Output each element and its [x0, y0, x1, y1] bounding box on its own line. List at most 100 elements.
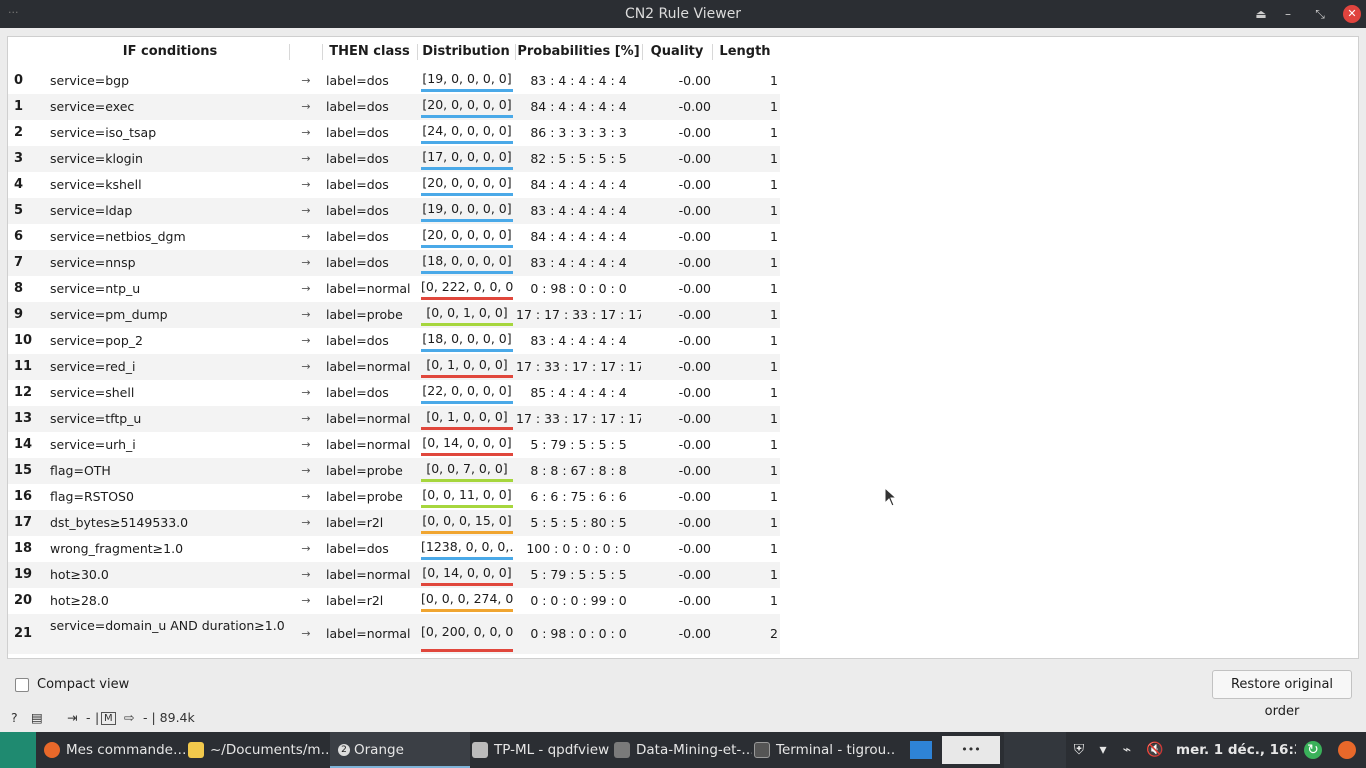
row-index: 9: [14, 307, 24, 322]
table-row[interactable]: 1 service=exec → label=dos [20, 0, 0, 0, 0] 8…: [8, 94, 780, 120]
report-icon[interactable]: ▤: [31, 710, 43, 725]
distribution-bar: [421, 349, 513, 352]
table-row[interactable]: 5 service=ldap → label=dos [19, 0, 0, 0, 0] 8…: [8, 198, 780, 224]
table-row[interactable]: 9 service=pm_dump → label=probe [0, 0, 1, 0,…: [8, 302, 780, 328]
if-condition: service=tftp_u: [50, 411, 142, 426]
close-icon[interactable]: ✕: [1343, 5, 1361, 23]
taskbar-item[interactable]: TP-ML - qpdfview: [472, 732, 612, 768]
quality: -0.00: [678, 255, 711, 270]
table-row[interactable]: 16 flag=RSTOS0 → label=probe [0, 0, 11, 0, 0…: [8, 484, 780, 510]
attachment-icon[interactable]: ⌁: [1118, 741, 1136, 759]
distribution-bar: [421, 193, 513, 196]
distribution-bar: [421, 89, 513, 92]
if-condition: service=netbios_dgm: [50, 229, 186, 244]
table-row[interactable]: 11 service=red_i → label=normal [0, 1, 0, 0,…: [8, 354, 780, 380]
rules-table[interactable]: IF conditions THEN class Distribution Pr…: [7, 36, 1359, 659]
table-row[interactable]: 0 service=bgp → label=dos [19, 0, 0, 0, 0] 83…: [8, 68, 780, 94]
distribution-bar: [421, 583, 513, 586]
if-condition: service=klogin: [50, 151, 143, 166]
firefox-launcher-icon[interactable]: [1338, 741, 1356, 759]
header-length[interactable]: Length: [712, 37, 778, 67]
table-row[interactable]: 18 wrong_fragment≥1.0 → label=dos [1238, 0, …: [8, 536, 780, 562]
table-row[interactable]: 15 flag=OTH → label=probe [0, 0, 7, 0, 0] 8 :…: [8, 458, 780, 484]
rule-length: 1: [770, 177, 778, 192]
table-row[interactable]: 19 hot≥30.0 → label=normal [0, 14, 0, 0, 0] 5…: [8, 562, 780, 588]
probabilities: 82 : 5 : 5 : 5 : 5: [530, 151, 627, 166]
model-glyph: M: [101, 712, 116, 725]
workspace-preview: •••: [942, 736, 1000, 764]
shield-icon[interactable]: ⛨: [1070, 741, 1088, 759]
muted-volume-icon[interactable]: 🔇: [1146, 741, 1164, 759]
distribution-bar: [421, 115, 513, 118]
input-summary: -: [86, 710, 91, 725]
app-menu-icon[interactable]: [0, 732, 36, 768]
table-row[interactable]: 7 service=nnsp → label=dos [18, 0, 0, 0, 0] 8…: [8, 250, 780, 276]
probabilities: 5 : 5 : 5 : 80 : 5: [530, 515, 627, 530]
header-quality[interactable]: Quality: [642, 37, 712, 67]
minimize-icon[interactable]: –: [1279, 5, 1297, 23]
keep-above-icon[interactable]: ⏏: [1252, 5, 1270, 23]
rule-length: 1: [770, 541, 778, 556]
row-index: 2: [14, 125, 24, 140]
status-separator: |: [95, 710, 100, 725]
table-row[interactable]: 10 service=pop_2 → label=dos [18, 0, 0, 0, 0…: [8, 328, 780, 354]
taskbar-item[interactable]: 2 Orange: [330, 732, 470, 768]
rule-length: 1: [770, 203, 778, 218]
distribution-bar: [421, 167, 513, 170]
table-row[interactable]: 3 service=klogin → label=dos [17, 0, 0, 0, 0…: [8, 146, 780, 172]
workspace-1[interactable]: [906, 732, 936, 768]
rule-length: 1: [770, 229, 778, 244]
text-editor-icon: [188, 742, 204, 758]
quality: -0.00: [678, 385, 711, 400]
taskbar-item[interactable]: Terminal - tigrou…: [754, 732, 896, 768]
table-row[interactable]: 2 service=iso_tsap → label=dos [24, 0, 0, 0,…: [8, 120, 780, 146]
header-then-class[interactable]: THEN class: [322, 37, 417, 67]
taskbar-item[interactable]: Data-Mining-et-…: [614, 732, 752, 768]
table-row[interactable]: 20 hot≥28.0 → label=r2l [0, 0, 0, 274, 0] 0 :…: [8, 588, 780, 614]
table-row[interactable]: 8 service=ntp_u → label=normal [0, 222, 0, 0…: [8, 276, 780, 302]
distribution: [0, 0, 7, 0, 0]: [426, 461, 508, 476]
then-arrow-icon: →: [301, 204, 311, 217]
table-row[interactable]: 13 service=tftp_u → label=normal [0, 1, 0, 0…: [8, 406, 780, 432]
rule-length: 1: [770, 411, 778, 426]
help-icon[interactable]: ?: [11, 710, 18, 725]
then-class: label=r2l: [326, 515, 384, 530]
update-icon[interactable]: ↻: [1304, 741, 1322, 759]
distribution: [0, 0, 11, 0, 0]: [422, 487, 512, 502]
taskbar: Mes commande… ~/Documents/m… 2 Orange TP-…: [0, 732, 1366, 768]
distribution-bar: [421, 557, 513, 560]
table-row[interactable]: 17 dst_bytes≥5149533.0 → label=r2l [0, 0, 0,…: [8, 510, 780, 536]
probabilities: 0 : 98 : 0 : 0 : 0: [530, 281, 627, 296]
rule-length: 1: [770, 437, 778, 452]
table-row[interactable]: 12 service=shell → label=dos [22, 0, 0, 0, 0…: [8, 380, 780, 406]
rule-length: 1: [770, 489, 778, 504]
row-index: 8: [14, 281, 24, 296]
input-icon[interactable]: ⇥: [67, 710, 77, 725]
workspace-2[interactable]: •••: [940, 732, 1002, 768]
output-icon[interactable]: ⇨: [124, 710, 134, 725]
restore-original-order-button[interactable]: Restore original order: [1212, 670, 1352, 719]
probabilities: 84 : 4 : 4 : 4 : 4: [530, 229, 627, 244]
then-class: label=normal: [326, 437, 411, 452]
taskbar-item[interactable]: Mes commande…: [44, 732, 186, 768]
wifi-icon[interactable]: ▾: [1094, 741, 1112, 759]
table-row[interactable]: 4 service=kshell → label=dos [20, 0, 0, 0, 0…: [8, 172, 780, 198]
table-row[interactable]: 14 service=urh_i → label=normal [0, 14, 0, 0…: [8, 432, 780, 458]
compact-view-checkbox[interactable]: [15, 678, 29, 692]
header-if-conditions[interactable]: IF conditions: [50, 37, 290, 67]
then-class: label=dos: [326, 541, 389, 556]
then-class: label=dos: [326, 333, 389, 348]
row-index: 6: [14, 229, 24, 244]
restore-icon[interactable]: ⤡: [1311, 5, 1329, 23]
then-arrow-icon: →: [301, 74, 311, 87]
clock[interactable]: mer. 1 déc., 16:33: [1176, 732, 1296, 768]
header-probabilities[interactable]: Probabilities [%]: [515, 37, 642, 67]
table-row[interactable]: 6 service=netbios_dgm → label=dos [20, 0, 0,…: [8, 224, 780, 250]
then-class: label=dos: [326, 177, 389, 192]
distribution: [20, 0, 0, 0, 0]: [422, 97, 512, 112]
workspace-3[interactable]: [1004, 732, 1066, 768]
header-distribution[interactable]: Distribution: [417, 37, 515, 67]
table-row[interactable]: 21 service=domain_u AND duration≥1.0 → labe…: [8, 614, 780, 654]
taskbar-item[interactable]: ~/Documents/m…: [188, 732, 328, 768]
quality: -0.00: [678, 151, 711, 166]
